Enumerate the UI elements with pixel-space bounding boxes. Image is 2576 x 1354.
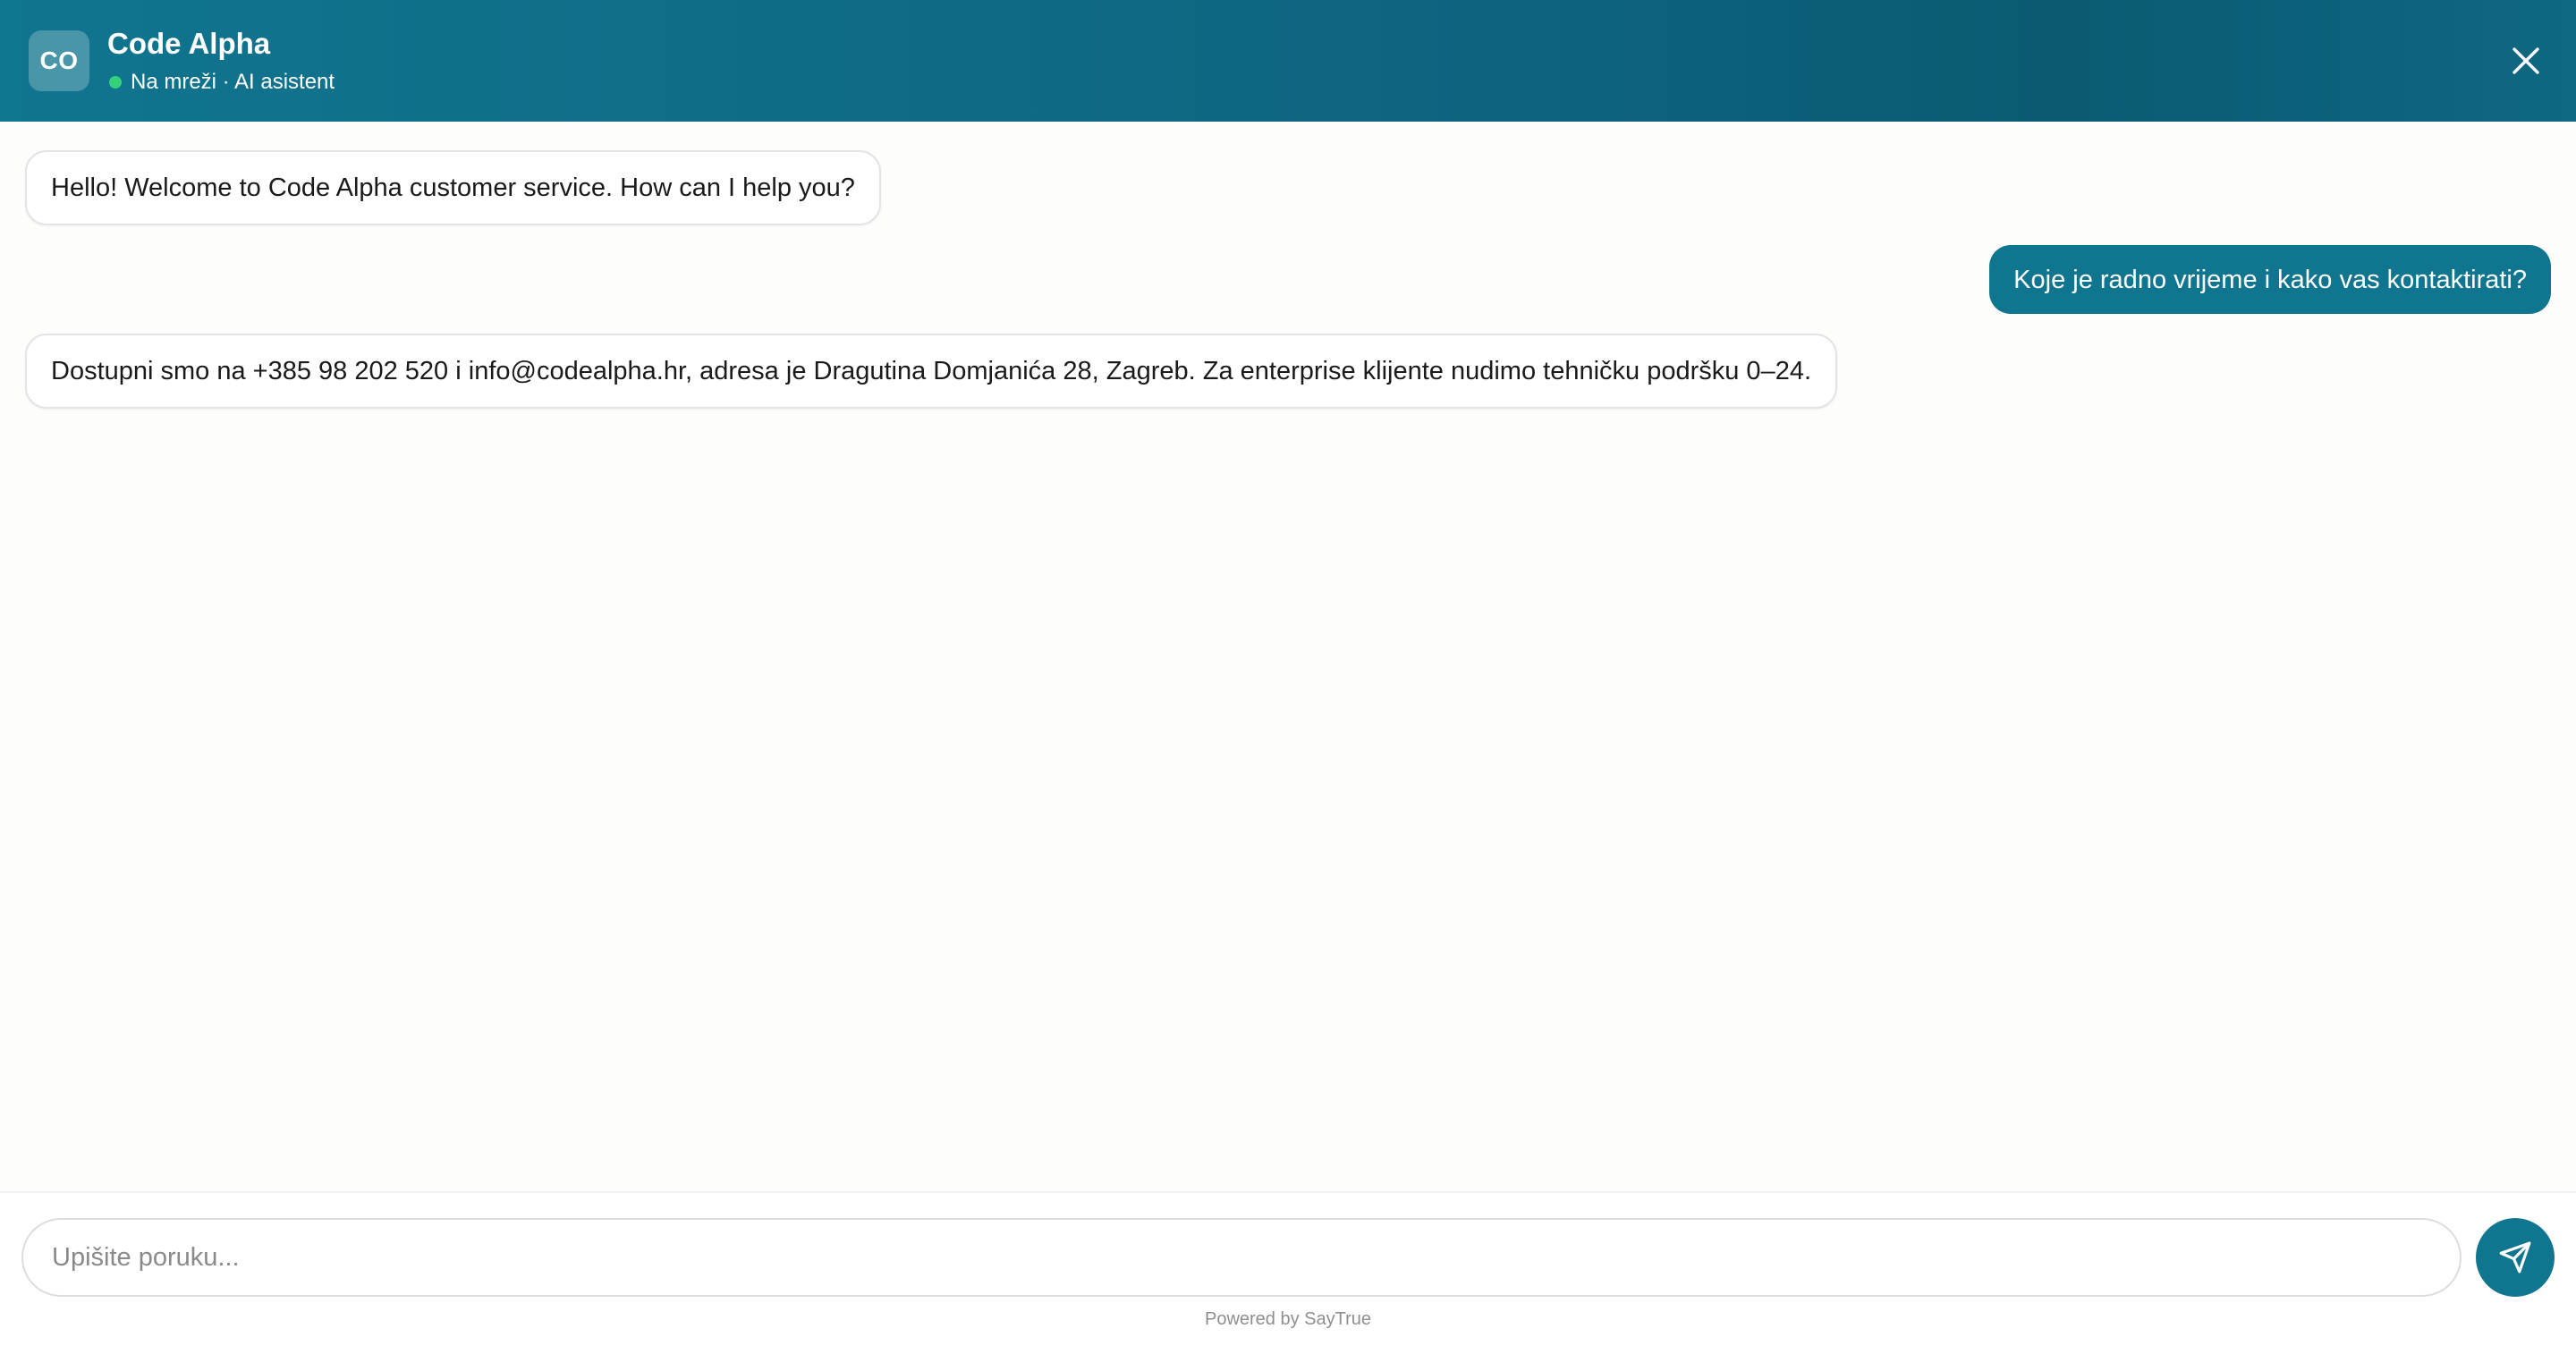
message-row: Hello! Welcome to Code Alpha customer se… — [25, 150, 2551, 225]
chat-header: CO Code Alpha Na mreži · AI asistent — [0, 0, 2576, 122]
composer-area: Powered by SayTrue — [0, 1191, 2576, 1354]
message-input[interactable] — [50, 1241, 2433, 1274]
powered-by-text: Powered by SayTrue — [1204, 1309, 1371, 1329]
header-text: Code Alpha Na mreži · AI asistent — [107, 26, 335, 96]
chat-title: Code Alpha — [107, 27, 271, 60]
bot-message-bubble: Dostupni smo na +385 98 202 520 i info@c… — [25, 334, 1838, 409]
status-text: Na mreži · AI asistent — [131, 70, 335, 94]
close-button[interactable] — [2501, 36, 2551, 86]
message-row: Dostupni smo na +385 98 202 520 i info@c… — [25, 334, 2551, 409]
message-input-wrapper — [21, 1218, 2462, 1297]
bot-message-bubble: Hello! Welcome to Code Alpha customer se… — [25, 150, 881, 225]
online-status-dot — [109, 76, 122, 89]
status-line: Na mreži · AI asistent — [107, 69, 335, 96]
close-icon — [2512, 47, 2539, 74]
user-message-bubble: Koje je radno vrijeme i kako vas kontakt… — [1989, 245, 2551, 314]
message-list: Hello! Welcome to Code Alpha customer se… — [0, 122, 2576, 1150]
avatar: CO — [29, 30, 89, 91]
message-row: Koje je radno vrijeme i kako vas kontakt… — [25, 245, 2551, 314]
send-button[interactable] — [2476, 1218, 2555, 1297]
send-icon — [2499, 1241, 2531, 1274]
